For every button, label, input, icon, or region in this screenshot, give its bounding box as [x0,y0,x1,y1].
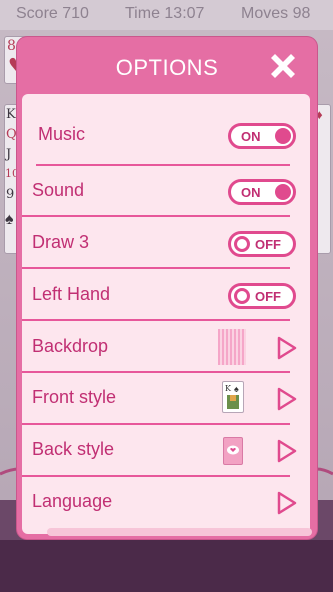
divider [22,215,290,217]
chevron-right-icon[interactable] [276,387,298,411]
toggle-knob [275,128,291,144]
svg-text:K: K [225,384,232,393]
chevron-right-icon[interactable] [276,491,298,515]
backdrop-preview-icon [218,329,246,365]
card-rank: 9 [6,187,15,202]
left-hand-toggle[interactable]: OFF [228,283,296,309]
score-label: Score 710 [16,5,89,22]
game-status-bar: Score 710 Time 13:07 Moves 98 [0,0,333,30]
toggle-knob [275,184,291,200]
sound-toggle[interactable]: ON [228,179,296,205]
divider [22,319,290,321]
spade-icon: ♠ [5,211,14,228]
toggle-state: ON [241,185,261,200]
moves-label: Moves 98 [241,5,311,22]
card-rank: J [6,147,12,162]
sound-label: Sound [32,180,85,200]
card-rank: K [6,107,16,122]
divider [22,267,290,269]
card-back-preview-icon [223,437,243,465]
music-option-row: Music ON [32,110,296,162]
front-style-label: Front style [32,387,117,407]
svg-text:♠: ♠ [234,384,239,394]
front-card-preview-icon: K ♠ [222,381,244,413]
music-label: Music [38,124,86,144]
left-hand-label: Left Hand [32,284,111,304]
chevron-right-icon[interactable] [276,336,298,360]
close-button[interactable] [266,49,300,83]
backdrop-label: Backdrop [32,336,109,356]
options-panel: Music ON Sound ON Draw 3 OFF Left Hand O… [22,94,310,534]
language-label: Language [32,491,113,511]
toggle-knob [234,236,250,252]
toggle-state: OFF [255,237,281,252]
card-rank: 8 [7,38,16,54]
draw3-option-row: Draw 3 OFF [32,218,296,270]
options-dialog: OPTIONS Music ON Sound ON Draw 3 OFF Lef… [17,37,317,539]
language-option-row[interactable]: Language [32,477,297,529]
backdrop-option-row[interactable]: Backdrop [32,322,297,374]
toggle-state: OFF [255,289,281,304]
draw3-toggle[interactable]: OFF [228,231,296,257]
back-style-option-row[interactable]: Back style [32,425,297,477]
close-icon [271,54,295,78]
draw3-label: Draw 3 [32,232,90,252]
card-rank: Q [6,127,17,142]
sound-option-row: Sound ON [32,166,296,218]
toggle-knob [234,288,250,304]
back-style-label: Back style [32,439,115,459]
left-hand-option-row: Left Hand OFF [32,270,296,322]
time-label: Time 13:07 [125,5,205,22]
front-style-option-row[interactable]: Front style K ♠ [32,373,297,425]
chevron-right-icon[interactable] [276,439,298,463]
toggle-state: ON [241,129,261,144]
music-toggle[interactable]: ON [228,123,296,149]
dialog-bottom-accent [47,528,312,536]
